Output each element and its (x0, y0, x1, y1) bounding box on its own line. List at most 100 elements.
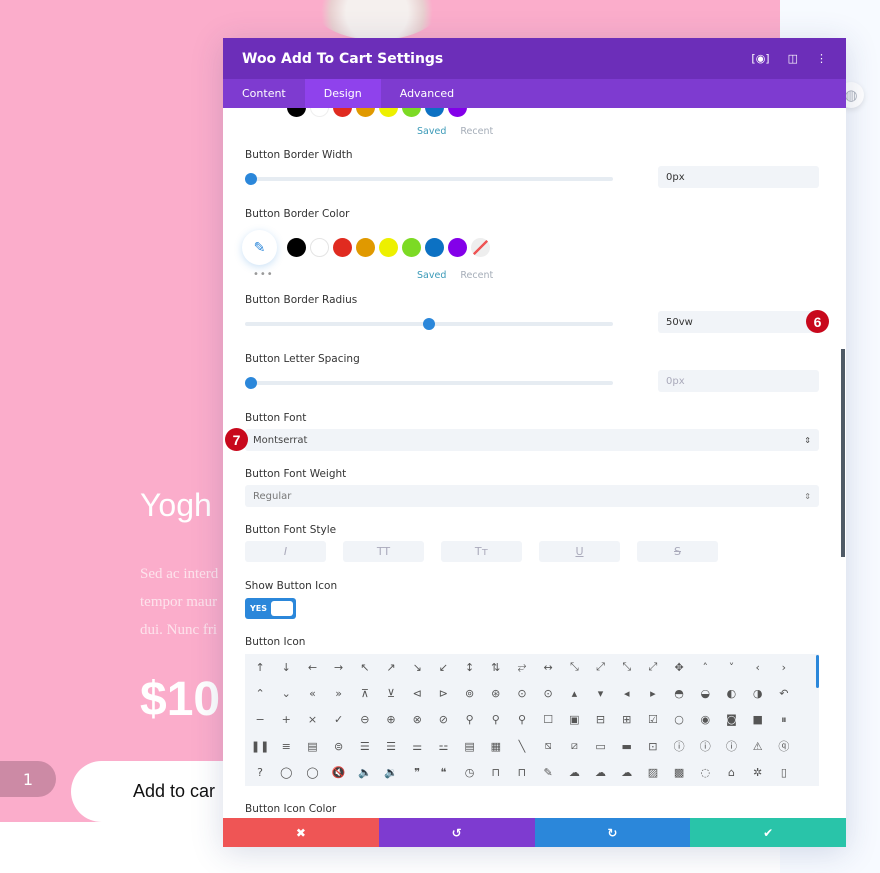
icon-option[interactable]: ⊞ (614, 707, 640, 733)
cancel-button[interactable]: ✖ (223, 818, 379, 847)
icon-option[interactable]: ⊡ (640, 733, 666, 759)
eyedropper-icon[interactable]: ✎ (242, 230, 277, 265)
icon-option[interactable]: ⚍ (430, 733, 456, 759)
saved-link[interactable]: Saved (417, 270, 446, 281)
swatch[interactable] (333, 108, 352, 117)
icon-option[interactable]: ○ (666, 707, 692, 733)
swatch-black[interactable] (287, 238, 306, 257)
icon-option[interactable]: ☁ (561, 760, 587, 786)
icon-option[interactable]: ☐ (535, 707, 561, 733)
icon-option[interactable]: ⊖ (352, 707, 378, 733)
icon-option[interactable]: × (299, 707, 325, 733)
icon-option[interactable]: ⌂ (718, 760, 744, 786)
swatch-none[interactable] (471, 238, 490, 257)
swatch[interactable] (379, 108, 398, 117)
swatch-purple[interactable] (448, 238, 467, 257)
icon-option[interactable]: ◂ (614, 680, 640, 706)
swatch[interactable] (287, 108, 306, 117)
icon-option[interactable]: ⏸ (771, 707, 797, 733)
icon-option[interactable]: ˄ (692, 654, 718, 680)
icon-option[interactable]: ⊛ (483, 680, 509, 706)
icon-option[interactable]: ⊙ (509, 680, 535, 706)
icon-option[interactable]: ⊘ (430, 707, 456, 733)
icon-option[interactable]: ❝ (430, 760, 456, 786)
icon-option[interactable]: ↕ (457, 654, 483, 680)
icon-option[interactable]: ▸ (640, 680, 666, 706)
border-radius-input[interactable]: 50vw (658, 311, 819, 333)
icon-option[interactable]: ⚲ (457, 707, 483, 733)
icon-option[interactable]: ☁ (614, 760, 640, 786)
icon-option[interactable]: ⌄ (273, 680, 299, 706)
swatch-green[interactable] (402, 238, 421, 257)
icon-option[interactable]: ↙ (430, 654, 456, 680)
icon-option[interactable]: ⌃ (247, 680, 273, 706)
italic-button[interactable]: I (245, 541, 326, 562)
save-button[interactable]: ✔ (690, 818, 846, 847)
icon-option[interactable]: → (326, 654, 352, 680)
icon-option[interactable]: ← (299, 654, 325, 680)
swatch-yellow[interactable] (379, 238, 398, 257)
icon-option[interactable]: « (299, 680, 325, 706)
icon-option[interactable]: ▤ (299, 733, 325, 759)
icon-option[interactable]: ↘ (404, 654, 430, 680)
swatch[interactable] (448, 108, 467, 117)
swatch[interactable] (402, 108, 421, 117)
icon-option[interactable]: ⥂ (509, 654, 535, 680)
icon-option[interactable]: ⊜ (326, 733, 352, 759)
icon-option[interactable]: ⊓ (483, 760, 509, 786)
icon-option[interactable]: ⓘ (666, 733, 692, 759)
icon-option[interactable]: ▦ (483, 733, 509, 759)
icon-option[interactable]: ◓ (666, 680, 692, 706)
icon-option[interactable]: ↓ (273, 654, 299, 680)
icon-option[interactable]: ↶ (771, 680, 797, 706)
icon-option[interactable]: ☑ (640, 707, 666, 733)
modal-scrollbar[interactable] (841, 349, 845, 557)
icon-option[interactable]: ‹ (745, 654, 771, 680)
border-radius-slider[interactable] (245, 318, 613, 330)
more-vertical-icon[interactable]: ⋮ (816, 52, 827, 65)
icon-option[interactable]: ⊙ (535, 680, 561, 706)
icon-option[interactable]: ˅ (718, 654, 744, 680)
icon-option[interactable]: ✥ (666, 654, 692, 680)
icon-option[interactable]: ▴ (561, 680, 587, 706)
icon-option[interactable]: ⇅ (483, 654, 509, 680)
swatch[interactable] (310, 108, 329, 117)
swatch-orange[interactable] (356, 238, 375, 257)
strikethrough-button[interactable]: S (637, 541, 718, 562)
icon-option[interactable]: ✎ (535, 760, 561, 786)
icon-option[interactable]: ◯ (299, 760, 325, 786)
icon-option[interactable]: ⓘ (692, 733, 718, 759)
font-select[interactable]: Montserrat ⇕ (245, 429, 819, 451)
icon-option[interactable]: ⤡ (614, 654, 640, 680)
icon-option[interactable]: » (326, 680, 352, 706)
icon-option[interactable]: ▯ (771, 760, 797, 786)
icon-option[interactable]: ◷ (457, 760, 483, 786)
icon-option[interactable]: ⤢ (640, 654, 666, 680)
icon-option[interactable]: ☁ (587, 760, 613, 786)
icon-option[interactable]: ? (247, 760, 273, 786)
icon-option[interactable]: 🔇 (326, 760, 352, 786)
icon-option[interactable]: 🔉 (378, 760, 404, 786)
icon-option[interactable]: ⊚ (457, 680, 483, 706)
icon-option[interactable]: 🔈 (352, 760, 378, 786)
icon-option[interactable]: ▭ (587, 733, 613, 759)
icon-option[interactable]: − (247, 707, 273, 733)
icon-option[interactable]: ⊕ (378, 707, 404, 733)
tab-design[interactable]: Design (304, 79, 381, 108)
icon-option[interactable]: ▣ (561, 707, 587, 733)
icon-option[interactable]: ❞ (404, 760, 430, 786)
swatch-red[interactable] (333, 238, 352, 257)
icon-option[interactable]: ⧅ (535, 733, 561, 759)
icon-option[interactable]: ☰ (352, 733, 378, 759)
swatch[interactable] (356, 108, 375, 117)
border-width-input[interactable]: 0px (658, 166, 819, 188)
more-dots-icon[interactable]: ••• (253, 269, 274, 280)
redo-button[interactable]: ↻ (534, 818, 691, 847)
icon-option[interactable]: ⚲ (483, 707, 509, 733)
icon-option[interactable]: ⚠ (745, 733, 771, 759)
letter-spacing-input[interactable]: 0px (658, 370, 819, 392)
icon-option[interactable]: ❚❚ (247, 733, 273, 759)
swatch[interactable] (425, 108, 444, 117)
slider-knob[interactable] (423, 318, 435, 330)
icon-option[interactable]: ▨ (640, 760, 666, 786)
